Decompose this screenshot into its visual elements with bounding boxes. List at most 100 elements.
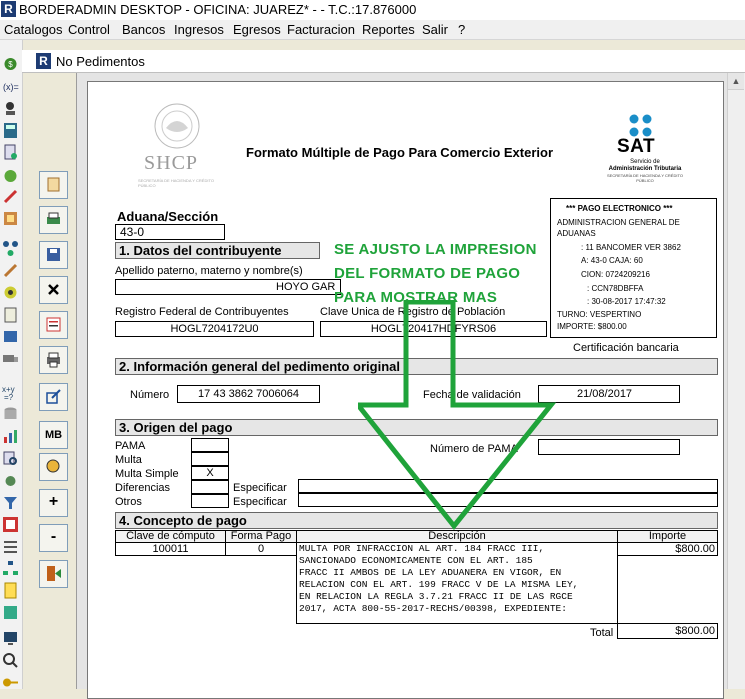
scroll-icon xyxy=(47,177,60,192)
zoom-out-button[interactable]: - xyxy=(39,524,68,552)
zoom-icon xyxy=(46,459,60,473)
zoom-in-button[interactable]: + xyxy=(39,489,68,517)
database-icon[interactable] xyxy=(2,406,19,423)
clipboard-icon[interactable] xyxy=(2,306,19,323)
pago-turno: TURNO: VESPERTINO xyxy=(557,310,642,319)
truck-icon[interactable] xyxy=(2,350,19,367)
multa-simple-check: X xyxy=(191,466,229,480)
invoice-icon[interactable] xyxy=(2,582,19,599)
export-button[interactable] xyxy=(39,383,68,411)
menu-egresos[interactable]: Egresos xyxy=(233,22,281,37)
annotation-line-1: SE AJUSTO LA IMPRESION xyxy=(334,241,537,258)
menu-bancos[interactable]: Bancos xyxy=(122,22,165,37)
menu-bar: Catalogos Control Bancos Ingresos Egreso… xyxy=(0,20,745,40)
close-icon xyxy=(48,284,59,295)
menu-facturacion[interactable]: Facturacion xyxy=(287,22,355,37)
mb-button[interactable]: MB xyxy=(39,421,68,449)
desc-line-4: RELACION CON EL ART. 199 FRACC V DE LA M… xyxy=(299,578,579,590)
save-button[interactable] xyxy=(39,241,68,269)
settings-icon[interactable] xyxy=(2,284,19,301)
tools-icon[interactable] xyxy=(2,262,19,279)
annotation-line-3: PARA MOSTRAR MAS xyxy=(334,289,498,306)
export-text-button[interactable] xyxy=(39,311,68,339)
menu-help[interactable]: ? xyxy=(458,22,465,37)
search-icon[interactable] xyxy=(2,652,19,669)
main-side-toolbar: $ (x)= x+y =? xyxy=(0,40,23,689)
open-report-button[interactable] xyxy=(39,171,68,199)
print-preview-button[interactable] xyxy=(39,206,68,234)
desc-line-1: MULTA POR INFRACCION AL ART. 184 FRACC I… xyxy=(299,543,545,554)
pago-line5: CION: 0724209216 xyxy=(581,270,650,279)
search-doc-icon[interactable] xyxy=(2,450,19,467)
grid-icon[interactable] xyxy=(2,516,19,533)
export-arrow-icon xyxy=(46,389,61,404)
formula-icon[interactable]: (x)= xyxy=(2,78,19,95)
menu-ingresos[interactable]: Ingresos xyxy=(174,22,224,37)
aduana-field: 43-0 xyxy=(115,224,225,240)
nombre-label: Apellido paterno, materno y nombre(s) xyxy=(115,265,303,277)
ledger-icon[interactable] xyxy=(2,604,19,621)
math-xy-icon[interactable]: x+y=? xyxy=(2,384,19,401)
report-viewer: SHCP SECRETARÍA DE HACIENDA Y CRÉDITO PÚ… xyxy=(76,73,745,699)
pago-electronico-box: *** PAGO ELECTRONICO *** ADMINISTRACION … xyxy=(550,198,717,338)
close-button[interactable] xyxy=(39,276,68,304)
key-icon[interactable] xyxy=(2,674,19,691)
pama-check xyxy=(191,438,229,452)
pago-header: *** PAGO ELECTRONICO *** xyxy=(566,204,673,213)
monitor-icon[interactable] xyxy=(2,630,19,647)
pago-line2: ADUANAS xyxy=(557,229,596,238)
document-check-icon[interactable] xyxy=(2,144,19,161)
shcp-logo-subtitle: SECRETARÍA DE HACIENDA Y CRÉDITO PÚBLICO xyxy=(138,178,214,188)
exit-button[interactable] xyxy=(39,560,68,588)
report-icon[interactable] xyxy=(2,210,19,227)
calculator-icon[interactable] xyxy=(2,122,19,139)
fecha-field: 21/08/2017 xyxy=(538,385,680,403)
user-search-icon[interactable] xyxy=(2,100,19,117)
otros-label: Otros xyxy=(115,496,142,508)
network-icon[interactable] xyxy=(2,240,19,257)
menu-control[interactable]: Control xyxy=(68,22,110,37)
row-clave: 100011 xyxy=(115,542,226,556)
zoom-button[interactable] xyxy=(39,453,68,481)
book-icon[interactable] xyxy=(2,328,19,345)
printer-icon xyxy=(47,352,60,368)
pago-line4: A: 43-0 CAJA: 60 xyxy=(581,256,643,265)
pama-label: PAMA xyxy=(115,440,146,452)
sat-line1: Servicio de xyxy=(630,159,660,165)
report-toolbar: MB + - xyxy=(36,73,74,689)
multa-simple-label: Multa Simple xyxy=(115,468,179,480)
diferencias-label: Diferencias xyxy=(115,482,171,494)
vertical-scrollbar[interactable]: ▲ xyxy=(727,73,745,689)
pago-line3: : 11 BANCOMER VER 3862 xyxy=(581,243,681,252)
eagle-seal-icon xyxy=(154,103,200,149)
filter-icon[interactable] xyxy=(2,494,19,511)
diferencias-check xyxy=(191,480,229,494)
print-button[interactable] xyxy=(39,346,68,374)
list-icon[interactable] xyxy=(2,538,19,555)
annotation-line-2: DEL FORMATO DE PAGO xyxy=(334,265,521,282)
row-descripcion: MULTA POR INFRACCION AL ART. 184 FRACC I… xyxy=(296,542,618,624)
app-title: BORDERADMIN DESKTOP - OFICINA: JUAREZ* -… xyxy=(19,2,417,17)
especificar-1-label: Especificar xyxy=(233,482,287,494)
rfc-field: HOGL7204172U0 xyxy=(115,321,314,337)
menu-salir[interactable]: Salir xyxy=(422,22,448,37)
desc-line-3: FRACC II AMBOS DE LA LEY ADUANERA EN VIG… xyxy=(299,566,562,578)
chart-icon[interactable] xyxy=(2,428,19,445)
section-1-header: 1. Datos del contribuyente xyxy=(115,242,320,259)
org-chart-icon[interactable] xyxy=(2,560,19,577)
annotation-arrow-icon xyxy=(358,300,557,530)
bug-icon[interactable] xyxy=(2,472,19,489)
pago-importe: IMPORTE: $800.00 xyxy=(557,322,627,331)
row-forma: 0 xyxy=(225,542,297,556)
scroll-up-arrow-icon[interactable]: ▲ xyxy=(728,73,744,90)
pencil-icon[interactable] xyxy=(2,188,19,205)
num-pama-field xyxy=(538,439,680,455)
total-field: $800.00 xyxy=(617,623,718,639)
menu-catalogos[interactable]: Catalogos xyxy=(4,22,63,37)
text-document-icon xyxy=(46,317,61,332)
exit-door-icon xyxy=(47,566,61,581)
money-bag-icon[interactable]: $ xyxy=(2,54,19,71)
child-window-title: No Pedimentos xyxy=(56,54,145,69)
money-bag-green-icon[interactable] xyxy=(2,166,19,183)
menu-reportes[interactable]: Reportes xyxy=(362,22,415,37)
